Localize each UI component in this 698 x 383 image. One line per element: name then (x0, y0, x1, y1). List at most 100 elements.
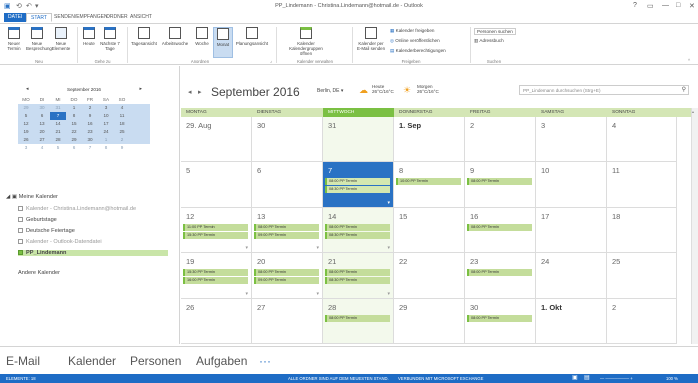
calendar-checkbox[interactable] (18, 239, 23, 245)
calendar-day-cell[interactable]: 29 (394, 298, 465, 344)
calendar-day-cell[interactable]: 20 08:00 PP Termin 09:00 PP Termin ▾ (252, 253, 323, 299)
calendar-event[interactable]: 15:30 PP Termin (183, 269, 248, 277)
calendar-day-cell[interactable]: 28 08:00 PP Termin (323, 298, 394, 344)
more-events-icon[interactable]: ▾ (387, 245, 390, 251)
minical-day[interactable]: 2 (82, 104, 98, 112)
normal-view-icon[interactable]: ▣ (572, 374, 578, 383)
minical-day[interactable]: 4 (34, 144, 50, 152)
next-7-days-button[interactable]: Nächste 7 Tage (98, 27, 122, 51)
minical-day[interactable]: 3 (98, 104, 114, 112)
weather-today[interactable]: Heute 26°C/16°C (372, 84, 394, 94)
scroll-up-icon[interactable]: ▴ (692, 109, 694, 114)
minical-day[interactable]: 6 (66, 144, 82, 152)
calendar-day-cell[interactable]: 15 (394, 207, 465, 254)
minical-next-icon[interactable]: ▸ (139, 86, 142, 92)
minical-day[interactable]: 12 (18, 120, 34, 128)
nav-email[interactable]: E-Mail (6, 354, 40, 368)
calendar-day-cell[interactable]: 21 08:00 PP Termin 08:30 PP Termin ▾ (323, 253, 394, 299)
minical-day[interactable]: 18 (114, 120, 130, 128)
calendar-event[interactable]: 11:00 PP Termin (183, 223, 248, 231)
address-book-button[interactable]: ▥ Adressbuch (474, 38, 504, 44)
open-calendar-button[interactable]: Kalender Kalendergruppen öffnen (280, 27, 332, 56)
search-people-input[interactable]: Personen suchen (474, 28, 516, 35)
calendar-day-cell[interactable]: 7 08:00 PP Termin 08:30 PP Termin ▾ (323, 162, 394, 208)
calendar-day-cell[interactable]: 26 (181, 298, 252, 344)
minical-day[interactable]: 28 (50, 136, 66, 144)
day-view-button[interactable]: Tagesansicht (130, 27, 158, 46)
minical-day[interactable]: 17 (98, 120, 114, 128)
schedule-view-button[interactable]: Planungsansicht (235, 27, 269, 46)
minical-day[interactable]: 23 (82, 128, 98, 136)
more-events-icon[interactable]: ▾ (245, 291, 248, 297)
weather-city-dropdown[interactable]: Berlin, DE ▾ (317, 88, 343, 94)
calendar-day-cell[interactable]: 25 (607, 253, 677, 299)
more-events-icon[interactable]: ▾ (387, 291, 390, 297)
minical-day[interactable]: 1 (66, 104, 82, 112)
calendar-day-cell[interactable]: 2 (465, 117, 536, 163)
minical-day[interactable]: 15 (66, 120, 82, 128)
minical-day[interactable]: 4 (114, 104, 130, 112)
minical-day[interactable]: 24 (98, 128, 114, 136)
reading-view-icon[interactable]: ▤ (584, 374, 590, 383)
work-week-button[interactable]: Arbeitswoche (160, 27, 190, 46)
other-calendars-group[interactable]: Andere Kalender (18, 270, 60, 276)
minimize-button[interactable]: — (662, 2, 669, 9)
calendar-day-cell[interactable]: 10 (536, 162, 607, 208)
minical-day[interactable]: 11 (114, 112, 130, 120)
minical-day[interactable]: 21 (50, 128, 66, 136)
calendar-list-item[interactable]: PP_Lindemann (18, 250, 168, 256)
calendar-checkbox[interactable] (18, 228, 23, 234)
close-button[interactable]: ✕ (689, 2, 695, 10)
minical-day[interactable]: 29 (18, 104, 34, 112)
calendar-list-item[interactable]: Deutsche Feiertage (18, 228, 75, 234)
publish-online-button[interactable]: ◎ Online veröffentlichen (390, 38, 440, 44)
calendar-event[interactable]: 08:00 PP Termin (325, 269, 390, 277)
calendar-checkbox[interactable] (18, 206, 23, 212)
minical-day[interactable]: 10 (98, 112, 114, 120)
today-button[interactable]: Heute (80, 27, 98, 46)
calendar-day-cell[interactable]: 19 15:30 PP Termin 16:00 PP Termin ▾ (181, 253, 252, 299)
weather-tomorrow[interactable]: Morgen 26°C/16°C (417, 84, 439, 94)
collapse-icon[interactable]: ◢ (6, 194, 10, 200)
week-view-button[interactable]: Woche (192, 27, 212, 46)
ribbon-options-button[interactable]: ▭ (647, 2, 654, 10)
calendar-day-cell[interactable]: 22 (394, 253, 465, 299)
new-meeting-button[interactable]: Neue Besprechung (26, 27, 52, 51)
calendar-day-cell[interactable]: 13 08:00 PP Termin 09:00 PP Termin ▾ (252, 207, 323, 254)
nav-people[interactable]: Personen (130, 354, 181, 368)
minical-day[interactable]: 2 (114, 136, 130, 144)
minical-day[interactable]: 25 (114, 128, 130, 136)
more-events-icon[interactable]: ▾ (387, 200, 390, 206)
calendar-day-cell[interactable]: 30 (252, 117, 323, 163)
calendar-day-cell[interactable]: 24 (536, 253, 607, 299)
minical-day[interactable]: 26 (18, 136, 34, 144)
more-events-icon[interactable]: ▾ (245, 245, 248, 251)
calendar-event[interactable]: 09:00 PP Termin (254, 231, 319, 239)
calendar-day-cell[interactable]: 1. Okt (536, 298, 607, 344)
more-events-icon[interactable]: ▾ (316, 245, 319, 251)
next-month-icon[interactable]: ▸ (198, 88, 202, 96)
calendar-day-cell[interactable]: 29. Aug (181, 117, 252, 163)
minical-day[interactable]: 1 (98, 136, 114, 144)
minical-day[interactable]: 5 (50, 144, 66, 152)
minical-day[interactable]: 19 (18, 128, 34, 136)
minical-day[interactable]: 9 (114, 144, 130, 152)
calendar-day-cell[interactable]: 12 11:00 PP Termin 15:30 PP Termin ▾ (181, 207, 252, 254)
calendar-event[interactable]: 08:00 PP Termin (467, 269, 532, 277)
more-events-icon[interactable]: ▾ (316, 291, 319, 297)
calendar-event[interactable]: 08:00 PP Termin (254, 269, 319, 277)
calendar-event[interactable]: 08:00 PP Termin (254, 223, 319, 231)
calendar-event[interactable]: 08:00 PP Termin (325, 314, 390, 322)
calendar-event[interactable]: 08:00 PP Termin (467, 314, 532, 322)
search-icon[interactable]: ⚲ (682, 86, 686, 95)
minical-day[interactable]: 27 (34, 136, 50, 144)
calendar-day-cell[interactable]: 8 10:00 PP Termin (394, 162, 465, 208)
collapse-ribbon-icon[interactable]: ^ (688, 58, 690, 63)
calendar-event[interactable]: 08:30 PP Termin (325, 277, 390, 285)
calendar-scrollbar[interactable]: ▴ (691, 108, 698, 344)
nav-more[interactable]: ··· (259, 354, 271, 368)
calendar-day-cell[interactable]: 14 08:00 PP Termin 08:30 PP Termin ▾ (323, 207, 394, 254)
minical-day[interactable]: 30 (82, 136, 98, 144)
calendar-day-cell[interactable]: 23 08:00 PP Termin (465, 253, 536, 299)
calendar-event[interactable]: 10:00 PP Termin (396, 178, 461, 186)
